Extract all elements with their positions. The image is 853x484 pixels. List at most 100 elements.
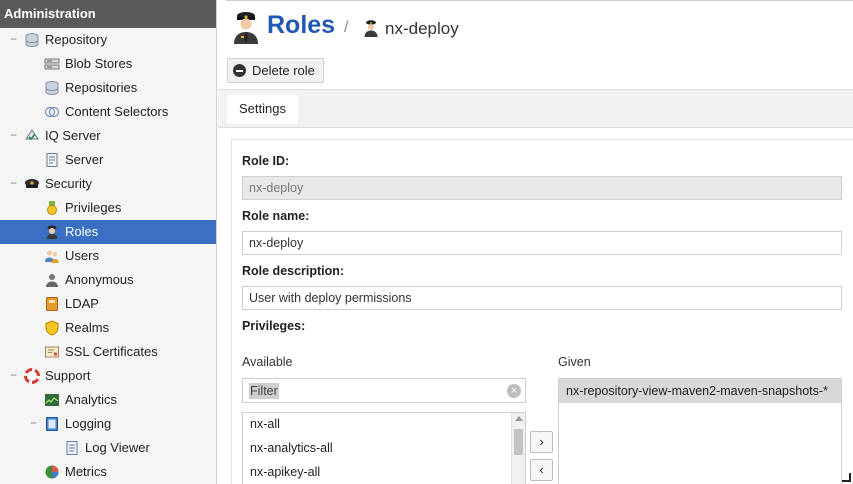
database-icon xyxy=(24,32,40,48)
delete-role-label: Delete role xyxy=(252,63,315,78)
tree-label: LDAP xyxy=(65,296,99,311)
tree-item-security[interactable]: − Security xyxy=(0,172,216,196)
users-icon xyxy=(44,248,60,264)
content-selector-icon xyxy=(44,104,60,120)
log-book-icon xyxy=(44,416,60,432)
tree-item-support[interactable]: − Support xyxy=(0,364,216,388)
tree-label: Roles xyxy=(65,224,99,239)
officer-icon xyxy=(363,19,379,37)
page-header: Roles / nx-deploy xyxy=(218,6,853,50)
tree-label: Content Selectors xyxy=(65,104,169,119)
tree-item-blob-stores[interactable]: Blob Stores xyxy=(0,52,216,76)
tree-item-server[interactable]: Server xyxy=(0,148,216,172)
add-privilege-button[interactable]: › xyxy=(530,431,553,453)
sidebar-header: Administration xyxy=(0,0,216,28)
privilege-filter-input[interactable]: Filter × xyxy=(242,378,526,403)
role-name-field[interactable]: nx-deploy xyxy=(242,231,842,255)
shield-icon xyxy=(44,320,60,336)
breadcrumb-separator: / xyxy=(344,19,349,36)
tree-label: SSL Certificates xyxy=(65,344,158,359)
tree-item-logging[interactable]: − Logging xyxy=(0,412,216,436)
role-name-label: Role name: xyxy=(242,209,310,223)
blob-store-icon xyxy=(44,56,60,72)
minus-circle-icon xyxy=(233,64,246,77)
pie-chart-icon xyxy=(44,464,60,480)
list-item[interactable]: nx-all xyxy=(250,417,280,431)
admin-sidebar: Administration − Repository Blob Stores … xyxy=(0,0,217,484)
tree-label: Analytics xyxy=(65,392,118,407)
collapse-toggle[interactable]: − xyxy=(10,28,19,52)
tree-item-privileges[interactable]: Privileges xyxy=(0,196,216,220)
top-divider xyxy=(226,0,853,1)
tree-label: Users xyxy=(65,248,99,263)
tree-label: Logging xyxy=(65,416,112,431)
remove-privilege-button[interactable]: ‹ xyxy=(530,459,553,481)
tree-item-ldap[interactable]: LDAP xyxy=(0,292,216,316)
list-item[interactable]: nx-analytics-all xyxy=(250,441,333,455)
tree-label: Metrics xyxy=(65,464,107,479)
collapse-toggle[interactable]: − xyxy=(10,172,19,196)
role-description-label: Role description: xyxy=(242,264,345,278)
server-document-icon xyxy=(44,152,60,168)
available-privileges-list[interactable]: nx-all nx-analytics-all nx-apikey-all xyxy=(242,412,526,484)
analytics-chart-icon xyxy=(44,392,60,408)
tree-label: Anonymous xyxy=(65,272,134,287)
tree-label: Blob Stores xyxy=(65,56,133,71)
tree-label: Repositories xyxy=(65,80,138,95)
clear-filter-icon[interactable]: × xyxy=(507,384,521,398)
log-viewer-icon xyxy=(64,440,80,456)
collapse-toggle[interactable]: − xyxy=(30,412,39,436)
tab-bar: Settings xyxy=(218,89,853,128)
tree-label: Log Viewer xyxy=(85,440,150,455)
tree-item-users[interactable]: Users xyxy=(0,244,216,268)
collapse-toggle[interactable]: − xyxy=(10,124,19,148)
tree-label: Repository xyxy=(45,32,108,47)
filter-placeholder: Filter xyxy=(249,383,279,399)
role-id-label: Role ID: xyxy=(242,154,290,168)
page-title: Roles xyxy=(267,11,336,39)
available-label: Available xyxy=(242,355,293,369)
tree-label: IQ Server xyxy=(45,128,101,143)
resize-handle[interactable] xyxy=(842,473,851,482)
given-label: Given xyxy=(558,355,591,369)
tree-label: Support xyxy=(45,368,91,383)
scroll-up-arrow-icon[interactable] xyxy=(515,416,523,421)
role-id-field: nx-deploy xyxy=(242,176,842,200)
tree-item-repositories[interactable]: Repositories xyxy=(0,76,216,100)
tree-item-content-selectors[interactable]: Content Selectors xyxy=(0,100,216,124)
police-cap-icon xyxy=(24,176,40,192)
collapse-toggle[interactable]: − xyxy=(10,364,19,388)
tree-label: Realms xyxy=(65,320,110,335)
tree-item-analytics[interactable]: Analytics xyxy=(0,388,216,412)
list-item[interactable]: nx-apikey-all xyxy=(250,465,320,479)
anonymous-user-icon xyxy=(44,272,60,288)
tree-item-log-viewer[interactable]: Log Viewer xyxy=(0,436,216,460)
tree-item-realms[interactable]: Realms xyxy=(0,316,216,340)
officer-icon xyxy=(232,10,260,44)
list-item[interactable]: nx-repository-view-maven2-maven-snapshot… xyxy=(559,379,841,403)
admin-tree: − Repository Blob Stores Repositories Co… xyxy=(0,28,216,484)
tab-settings[interactable]: Settings xyxy=(227,95,298,124)
iq-server-icon xyxy=(24,128,40,144)
role-description-field[interactable]: User with deploy permissions xyxy=(242,286,842,310)
tree-item-iq-server[interactable]: − IQ Server xyxy=(0,124,216,148)
lifebuoy-icon xyxy=(24,368,40,384)
officer-icon xyxy=(44,224,60,240)
main-panel: Roles / nx-deploy Delete role Settings R… xyxy=(218,0,853,484)
vertical-scrollbar[interactable] xyxy=(511,413,525,484)
tree-item-roles[interactable]: Roles xyxy=(0,220,216,244)
database-icon xyxy=(44,80,60,96)
tree-item-repository[interactable]: − Repository xyxy=(0,28,216,52)
tree-item-anonymous[interactable]: Anonymous xyxy=(0,268,216,292)
address-book-icon xyxy=(44,296,60,312)
tree-item-ssl-certificates[interactable]: SSL Certificates xyxy=(0,340,216,364)
given-privileges-list[interactable]: nx-repository-view-maven2-maven-snapshot… xyxy=(558,378,842,484)
tree-label: Privileges xyxy=(65,200,122,215)
tree-label: Security xyxy=(45,176,92,191)
delete-role-button[interactable]: Delete role xyxy=(227,58,324,83)
page-subtitle: nx-deploy xyxy=(385,19,459,38)
tree-item-metrics[interactable]: Metrics xyxy=(0,460,216,484)
role-settings-form: Role ID: nx-deploy Role name: nx-deploy … xyxy=(231,139,853,484)
scrollbar-thumb[interactable] xyxy=(514,429,523,455)
privileges-label: Privileges: xyxy=(242,319,306,333)
